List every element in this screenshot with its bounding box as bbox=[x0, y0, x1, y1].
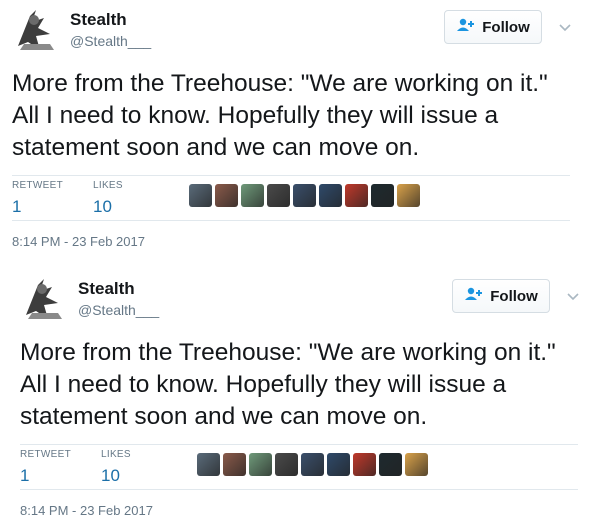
author-handle[interactable]: @Stealth___ bbox=[70, 33, 151, 49]
tweet-stats: RETWEET 1 LIKES 10 bbox=[12, 175, 570, 221]
liker-avatar[interactable] bbox=[345, 184, 368, 207]
liker-avatar[interactable] bbox=[241, 184, 264, 207]
likes-stat[interactable]: LIKES 10 bbox=[101, 449, 131, 486]
add-user-icon bbox=[464, 287, 484, 305]
follow-button[interactable]: Follow bbox=[444, 10, 542, 44]
retweet-count: 1 bbox=[20, 466, 30, 485]
liker-avatar[interactable] bbox=[371, 184, 394, 207]
liker-avatars bbox=[197, 453, 428, 476]
author-name[interactable]: Stealth bbox=[78, 279, 135, 299]
tweet-text: More from the Treehouse: "We are working… bbox=[20, 339, 556, 430]
retweet-count: 1 bbox=[12, 197, 22, 216]
liker-avatar[interactable] bbox=[301, 453, 324, 476]
likes-count: 10 bbox=[101, 466, 120, 485]
author-handle[interactable]: @Stealth___ bbox=[78, 302, 159, 318]
liker-avatar[interactable] bbox=[189, 184, 212, 207]
liker-avatar[interactable] bbox=[379, 453, 402, 476]
author-name[interactable]: Stealth bbox=[70, 10, 127, 30]
follow-button[interactable]: Follow bbox=[452, 279, 550, 313]
tweet-timestamp[interactable]: 8:14 PM - 23 Feb 2017 bbox=[12, 234, 145, 249]
tweet-card: Stealth @Stealth___ Follow More from the… bbox=[0, 0, 589, 262]
liker-avatar[interactable] bbox=[267, 184, 290, 207]
liker-avatar[interactable] bbox=[215, 184, 238, 207]
likes-stat[interactable]: LIKES 10 bbox=[93, 180, 123, 217]
retweet-stat[interactable]: RETWEET 1 bbox=[20, 449, 71, 486]
likes-label: LIKES bbox=[93, 180, 123, 191]
liker-avatar[interactable] bbox=[249, 453, 272, 476]
follow-label: Follow bbox=[490, 287, 538, 305]
retweet-label: RETWEET bbox=[12, 180, 63, 191]
tweet-timestamp[interactable]: 8:14 PM - 23 Feb 2017 bbox=[20, 503, 153, 518]
liker-avatar[interactable] bbox=[197, 453, 220, 476]
liker-avatar[interactable] bbox=[397, 184, 420, 207]
follow-label: Follow bbox=[482, 18, 530, 36]
liker-avatars bbox=[189, 184, 420, 207]
add-user-icon bbox=[456, 18, 476, 36]
liker-avatar[interactable] bbox=[223, 453, 246, 476]
retweet-stat[interactable]: RETWEET 1 bbox=[12, 180, 63, 217]
liker-avatar[interactable] bbox=[405, 453, 428, 476]
tweet-stats: RETWEET 1 LIKES 10 bbox=[20, 444, 578, 490]
avatar[interactable] bbox=[18, 275, 70, 323]
likes-label: LIKES bbox=[101, 449, 131, 460]
chevron-down-icon[interactable] bbox=[566, 289, 580, 301]
avatar[interactable] bbox=[10, 6, 62, 54]
tweet-text: More from the Treehouse: "We are working… bbox=[12, 70, 548, 161]
liker-avatar[interactable] bbox=[353, 453, 376, 476]
liker-avatar[interactable] bbox=[293, 184, 316, 207]
liker-avatar[interactable] bbox=[327, 453, 350, 476]
chevron-down-icon[interactable] bbox=[558, 20, 572, 32]
retweet-label: RETWEET bbox=[20, 449, 71, 460]
likes-count: 10 bbox=[93, 197, 112, 216]
liker-avatar[interactable] bbox=[319, 184, 342, 207]
tweet-card: Stealth @Stealth___ Follow More from the… bbox=[0, 269, 589, 531]
liker-avatar[interactable] bbox=[275, 453, 298, 476]
